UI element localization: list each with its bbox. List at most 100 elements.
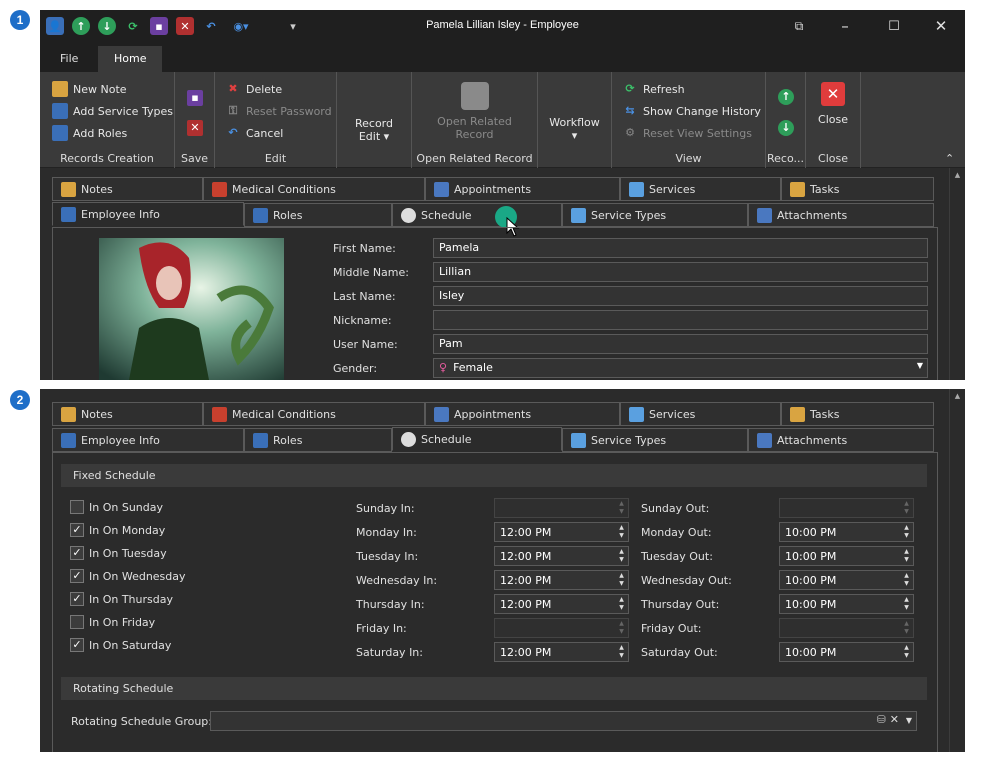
tab-employee-info[interactable]: Employee Info [52, 428, 244, 452]
chevron-down-icon[interactable]: ▼ [906, 716, 912, 725]
sunday-checkbox[interactable]: In On Sunday [70, 498, 163, 516]
saturday-checkbox[interactable]: ✓ In On Saturday [70, 636, 171, 654]
spin-arrows-icon[interactable]: ▲ ▼ [617, 548, 626, 564]
tab-notes[interactable]: Notes [52, 402, 203, 426]
thursday-in-field[interactable]: 12:00 PM ▲ ▼ [494, 594, 629, 614]
spin-arrows-icon[interactable]: ▲ ▼ [617, 572, 626, 588]
tab-employee-info[interactable]: Employee Info [52, 202, 244, 226]
monday-checkbox[interactable]: ✓ In On Monday [70, 521, 165, 539]
sunday-in-field[interactable]: ▲ ▼ [494, 498, 629, 518]
tab-service-types[interactable]: Service Types [562, 203, 748, 227]
tuesday-in-field[interactable]: 12:00 PM ▲ ▼ [494, 546, 629, 566]
monday-out-field[interactable]: 10:00 PM ▲ ▼ [779, 522, 914, 542]
spin-arrows-icon[interactable]: ▲ ▼ [902, 548, 911, 564]
vertical-scrollbar[interactable]: ▲ [949, 389, 965, 752]
cancel-button[interactable]: ↶ Cancel [225, 123, 283, 143]
refresh-button[interactable]: ⟳ Refresh [622, 79, 684, 99]
gender-select[interactable]: ♀ Female ▼ [433, 358, 928, 378]
tuesday-out-field[interactable]: 10:00 PM ▲ ▼ [779, 546, 914, 566]
checkbox-box [70, 615, 84, 629]
show-change-history-button[interactable]: ⇆ Show Change History [622, 101, 761, 121]
menu-file[interactable]: File [44, 46, 94, 72]
first-name-field[interactable]: Pamela [433, 238, 928, 258]
tab-tasks[interactable]: Tasks [781, 402, 934, 426]
friday-out-label: Friday Out: [641, 622, 702, 635]
add-service-types-button[interactable]: Add Service Types [52, 101, 173, 121]
tab-schedule[interactable]: Schedule [392, 203, 562, 227]
tab-medical-conditions[interactable]: Medical Conditions [203, 402, 425, 426]
next-record-icon[interactable]: ↓ [778, 120, 794, 136]
save-close-icon[interactable]: ✕ [187, 120, 203, 136]
save-icon[interactable]: ▪ [187, 90, 203, 106]
chevron-down-icon[interactable]: ▼ [917, 361, 923, 370]
thursday-checkbox[interactable]: ✓ In On Thursday [70, 590, 173, 608]
monday-in-field[interactable]: 12:00 PM ▲ ▼ [494, 522, 629, 542]
tab-tasks[interactable]: Tasks [781, 177, 934, 201]
close-button[interactable]: ✕ Close [806, 82, 860, 126]
collapse-ribbon-icon[interactable]: ⌃ [945, 152, 954, 165]
saturday-out-field[interactable]: 10:00 PM ▲ ▼ [779, 642, 914, 662]
maximize-button[interactable]: ☐ [879, 14, 909, 38]
delete-button[interactable]: ✖ Delete [225, 79, 282, 99]
spin-arrows-icon[interactable]: ▲ ▼ [902, 572, 911, 588]
spin-arrows-icon[interactable]: ▲ ▼ [902, 644, 911, 660]
tuesday-checkbox[interactable]: ✓ In On Tuesday [70, 544, 167, 562]
spin-arrows-icon[interactable]: ▲ ▼ [617, 524, 626, 540]
open-related-record-button[interactable]: Open Related Record [412, 82, 537, 141]
reset-view-settings-button[interactable]: ⚙ Reset View Settings [622, 123, 752, 143]
clear-icon[interactable]: ✕ [890, 713, 899, 726]
tab-appointments[interactable]: Appointments [425, 402, 620, 426]
nickname-field[interactable] [433, 310, 928, 330]
tab-roles[interactable]: Roles [244, 428, 392, 452]
new-note-button[interactable]: New Note [52, 79, 127, 99]
vertical-scrollbar[interactable]: ▲ [949, 168, 965, 380]
spin-arrows-icon[interactable]: ▲ ▼ [902, 524, 911, 540]
spin-arrows-icon[interactable]: ▲ ▼ [617, 620, 626, 636]
spin-arrows-icon[interactable]: ▲ ▼ [902, 620, 911, 636]
spin-arrows-icon[interactable]: ▲ ▼ [617, 500, 626, 516]
previous-record-icon[interactable]: ↑ [778, 89, 794, 105]
spin-arrows-icon[interactable]: ▲ ▼ [902, 500, 911, 516]
lookup-icon[interactable]: ⛁ [877, 713, 886, 726]
restore-icon[interactable]: ⧉ [784, 14, 814, 38]
scroll-up-icon[interactable]: ▲ [950, 392, 965, 400]
tab-services[interactable]: Services [620, 177, 781, 201]
tab-appointments[interactable]: Appointments [425, 177, 620, 201]
spin-arrows-icon[interactable]: ▲ ▼ [617, 596, 626, 612]
tab-notes[interactable]: Notes [52, 177, 203, 201]
tab-services[interactable]: Services [620, 402, 781, 426]
tab-attachments[interactable]: Attachments [748, 203, 934, 227]
spin-arrows-icon[interactable]: ▲ ▼ [902, 596, 911, 612]
fixed-schedule-header: Fixed Schedule [61, 464, 927, 487]
menu-home[interactable]: Home [98, 46, 163, 72]
thursday-out-field[interactable]: 10:00 PM ▲ ▼ [779, 594, 914, 614]
tab-schedule[interactable]: Schedule [392, 427, 562, 451]
last-name-field[interactable]: Isley [433, 286, 928, 306]
related-record-icon [460, 82, 489, 110]
saturday-in-field[interactable]: 12:00 PM ▲ ▼ [494, 642, 629, 662]
tab-attachments[interactable]: Attachments [748, 428, 934, 452]
close-window-button[interactable]: ✕ [926, 14, 956, 38]
user-name-field[interactable]: Pam [433, 334, 928, 354]
record-edit-button[interactable]: Record Edit ▾ [337, 117, 411, 143]
rotating-schedule-group-select[interactable]: ⛁ ✕ ▼ [210, 711, 917, 731]
middle-name-field[interactable]: Lillian [433, 262, 928, 282]
reset-password-button[interactable]: ⚿ Reset Password [225, 101, 332, 121]
friday-checkbox[interactable]: In On Friday [70, 613, 155, 631]
scroll-up-icon[interactable]: ▲ [950, 171, 965, 179]
wednesday-out-field[interactable]: 10:00 PM ▲ ▼ [779, 570, 914, 590]
add-roles-button[interactable]: Add Roles [52, 123, 127, 143]
female-icon: ♀ [439, 361, 448, 374]
tab-medical-conditions[interactable]: Medical Conditions [203, 177, 425, 201]
tab-roles[interactable]: Roles [244, 203, 392, 227]
minimize-button[interactable]: – [830, 14, 860, 38]
wednesday-in-field[interactable]: 12:00 PM ▲ ▼ [494, 570, 629, 590]
tab-service-types[interactable]: Service Types [562, 428, 748, 452]
wednesday-checkbox[interactable]: ✓ In On Wednesday [70, 567, 186, 585]
wednesday-in-label: Wednesday In: [356, 574, 438, 587]
friday-in-field[interactable]: ▲ ▼ [494, 618, 629, 638]
sunday-out-field[interactable]: ▲ ▼ [779, 498, 914, 518]
friday-out-field[interactable]: ▲ ▼ [779, 618, 914, 638]
workflow-button[interactable]: Workflow ▾ [538, 116, 611, 142]
spin-arrows-icon[interactable]: ▲ ▼ [617, 644, 626, 660]
